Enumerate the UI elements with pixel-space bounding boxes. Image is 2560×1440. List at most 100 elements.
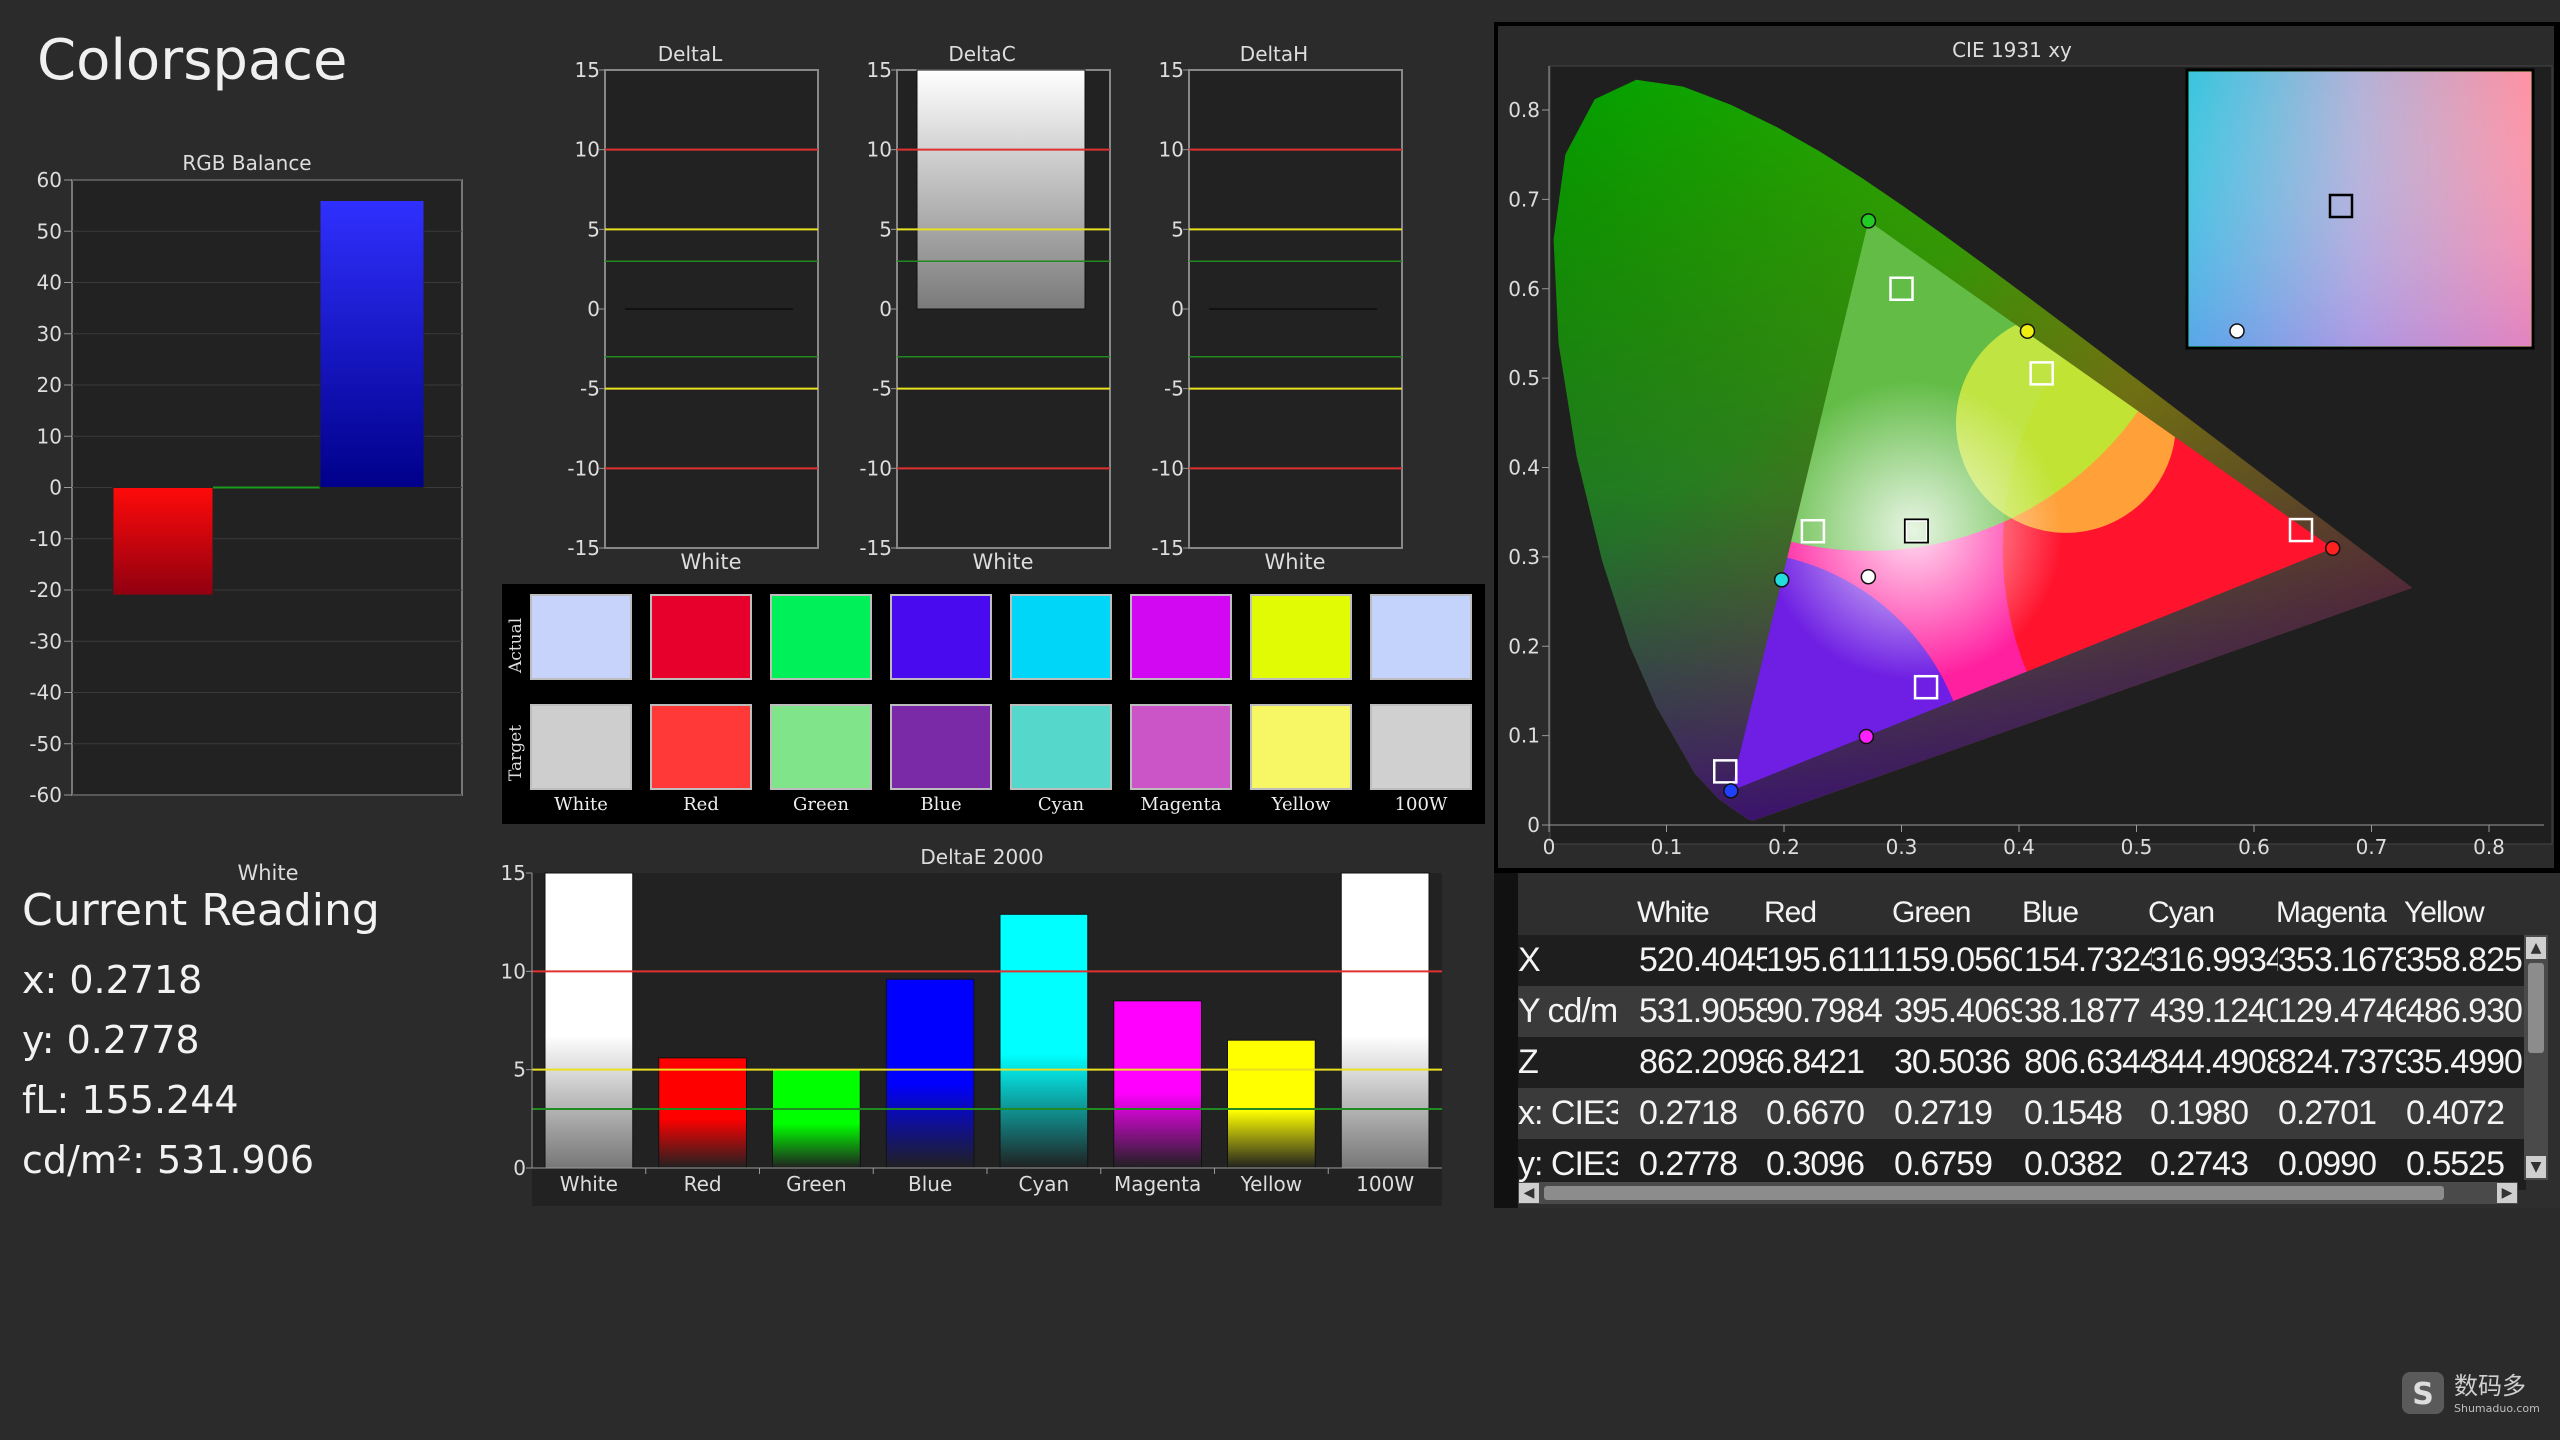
delta-category-label: White [1264, 550, 1325, 574]
cie-y-tick-label: 0.4 [1508, 456, 1540, 480]
swatch-label: Green [793, 794, 849, 815]
table-row: x: CIE31 0.2718 0.6670 0.2719 0.1548 0.1980 0.… [1518, 1088, 2526, 1139]
target-swatch-100w [1370, 704, 1472, 790]
rgb-tick-label: 40 [37, 271, 62, 295]
table-cell: 90.7984 [1766, 992, 1883, 1030]
deltae-bar-red [658, 1057, 747, 1169]
cie-y-tick-label: 0.3 [1508, 545, 1540, 569]
delta-tick-label: -5 [580, 377, 600, 401]
table-cell: 38.1877 [2024, 992, 2141, 1030]
deltae-title: DeltaE 2000 [920, 845, 1043, 869]
measurement-table: White Red Green Blue Cyan Magenta Yellow X 520.… [1494, 873, 2560, 1208]
cie-zoom-inset-shade2 [2189, 72, 2531, 346]
cie-zoom-measured-point [2229, 323, 2245, 339]
table-cell: 844.4908 [2150, 1043, 2278, 1081]
table-row: Y cd/m² 531.9058 90.7984 395.4069 38.1877 439… [1518, 986, 2526, 1037]
actual-swatch-white [530, 594, 632, 680]
deltae-bar-white [544, 872, 634, 1169]
current-reading-title: Current Reading [22, 885, 380, 936]
table-horizontal-scrollbar[interactable]: ◀ ▶ [1518, 1182, 2518, 1204]
scroll-up-icon[interactable]: ▲ [2526, 937, 2546, 959]
table-column-header: Red [1764, 896, 1817, 929]
reading-cdm2: cd/m²: 531.906 [22, 1138, 315, 1182]
reading-fl: fL: 155.244 [22, 1078, 239, 1122]
table-cell: 806.6344 [2024, 1043, 2152, 1081]
table-cell: 0.1548 [2024, 1094, 2123, 1132]
actual-row-label: Actual [506, 617, 526, 673]
table-column-header: Magenta [2276, 896, 2387, 929]
swatch-label: 100W [1394, 794, 1448, 815]
actual-swatch-magenta [1130, 594, 1232, 680]
delta-chart-title: DeltaH [1240, 42, 1308, 66]
rgb-balance-chart: RGB Balance 60 50 40 30 20 10 0 -10 -20 -30 -40 -50… [29, 151, 463, 885]
deltae-category-label: Green [786, 1172, 847, 1196]
reading-x: x: 0.2718 [22, 958, 203, 1002]
delta-tick-label: 5 [1171, 217, 1184, 241]
app-title: Colorspace [37, 28, 348, 93]
swatch-label: Magenta [1140, 794, 1222, 815]
delta-tick-label: 10 [1159, 138, 1184, 162]
rgb-tick-label: -20 [29, 578, 62, 602]
table-row: X 520.4045 195.6111 159.0560 154.7324 316.993… [1518, 935, 2526, 986]
deltae-bar-magenta [1113, 1000, 1202, 1169]
cie-x-tick-label: 0 [1543, 835, 1556, 859]
rgb-tick-label: 50 [37, 219, 62, 243]
table-cell: 0.2701 [2278, 1094, 2377, 1132]
target-swatch-white [530, 704, 632, 790]
deltae-category-label: 100W [1356, 1172, 1414, 1196]
cie-x-tick-label: 0.8 [2473, 835, 2505, 859]
cie-chart: CIE 1931 xy 0 0.1 0.2 0.3 0.4 0.5 0.6 0.7 0.8 0 0.… [1494, 22, 2560, 874]
table-row-label: Z [1518, 1043, 1539, 1081]
table-column-header: Yellow [2404, 896, 2485, 929]
scroll-left-icon[interactable]: ◀ [1519, 1183, 1539, 1203]
target-swatch-green [770, 704, 872, 790]
delta-tick-label: 5 [879, 217, 892, 241]
cie-y-tick-label: 0 [1527, 813, 1540, 837]
deltae-bar-blue [885, 978, 975, 1169]
scroll-right-icon[interactable]: ▶ [2497, 1183, 2517, 1203]
rgb-tick-label: 60 [37, 168, 62, 192]
table-cell: 395.4069 [1894, 992, 2022, 1030]
delta-tick-label: 15 [575, 58, 600, 82]
actual-swatch-100w [1370, 594, 1472, 680]
deltae-bar-cyan [999, 913, 1089, 1169]
deltae-category-label: Yellow [1240, 1172, 1303, 1196]
actual-swatch-yellow [1250, 594, 1352, 680]
cie-x-tick-label: 0.1 [1651, 835, 1683, 859]
actual-swatch-green [770, 594, 872, 680]
delta-tick-label: -15 [567, 536, 600, 560]
target-swatch-magenta [1130, 704, 1232, 790]
deltae-bar-100w [1340, 872, 1430, 1169]
green-balance-bar [213, 486, 320, 489]
target-swatch-blue [890, 704, 992, 790]
cie-y-tick-label: 0.6 [1508, 277, 1540, 301]
rgb-category-label: White [237, 861, 298, 885]
table-cell: 531.9058 [1639, 992, 1767, 1030]
rgb-tick-label: -10 [29, 527, 62, 551]
deltae-tick-label: 0 [513, 1156, 526, 1180]
scroll-down-icon[interactable]: ▼ [2526, 1156, 2546, 1178]
table-vertical-scrollbar[interactable]: ▲ ▼ [2524, 935, 2548, 1180]
table-column-header: Cyan [2148, 896, 2215, 929]
watermark-logo: S 数码多 Shumaduo.com [2402, 1372, 2540, 1415]
deltae-category-label: White [560, 1172, 618, 1196]
vertical-scroll-thumb[interactable] [2528, 963, 2544, 1053]
delta-chart-title: DeltaC [948, 42, 1015, 66]
delta-charts: DeltaL 15 10 5 0 -5 -10 -15 White DeltaC 15 10 5 0 -5 -… [567, 42, 1403, 574]
cie-title: CIE 1931 xy [1952, 38, 2072, 62]
cie-x-tick-label: 0.6 [2238, 835, 2270, 859]
table-column-header: Blue [2022, 896, 2079, 929]
delta-tick-label: -15 [859, 536, 892, 560]
cie-y-tick-label: 0.2 [1508, 634, 1540, 658]
svg-text:S: S [2412, 1377, 2434, 1412]
deltae-category-label: Magenta [1114, 1172, 1201, 1196]
cie-y-tick-label: 0.5 [1508, 366, 1540, 390]
cie-measured-point [1773, 572, 1790, 588]
delta-tick-label: 0 [1171, 297, 1184, 321]
blue-balance-bar [319, 200, 425, 488]
cie-measured-point [2324, 540, 2341, 557]
cie-y-tick-label: 0.7 [1508, 187, 1540, 211]
table-cell: 520.4045 [1639, 941, 1767, 979]
delta-tick-label: 10 [575, 138, 600, 162]
horizontal-scroll-thumb[interactable] [1544, 1186, 2444, 1200]
